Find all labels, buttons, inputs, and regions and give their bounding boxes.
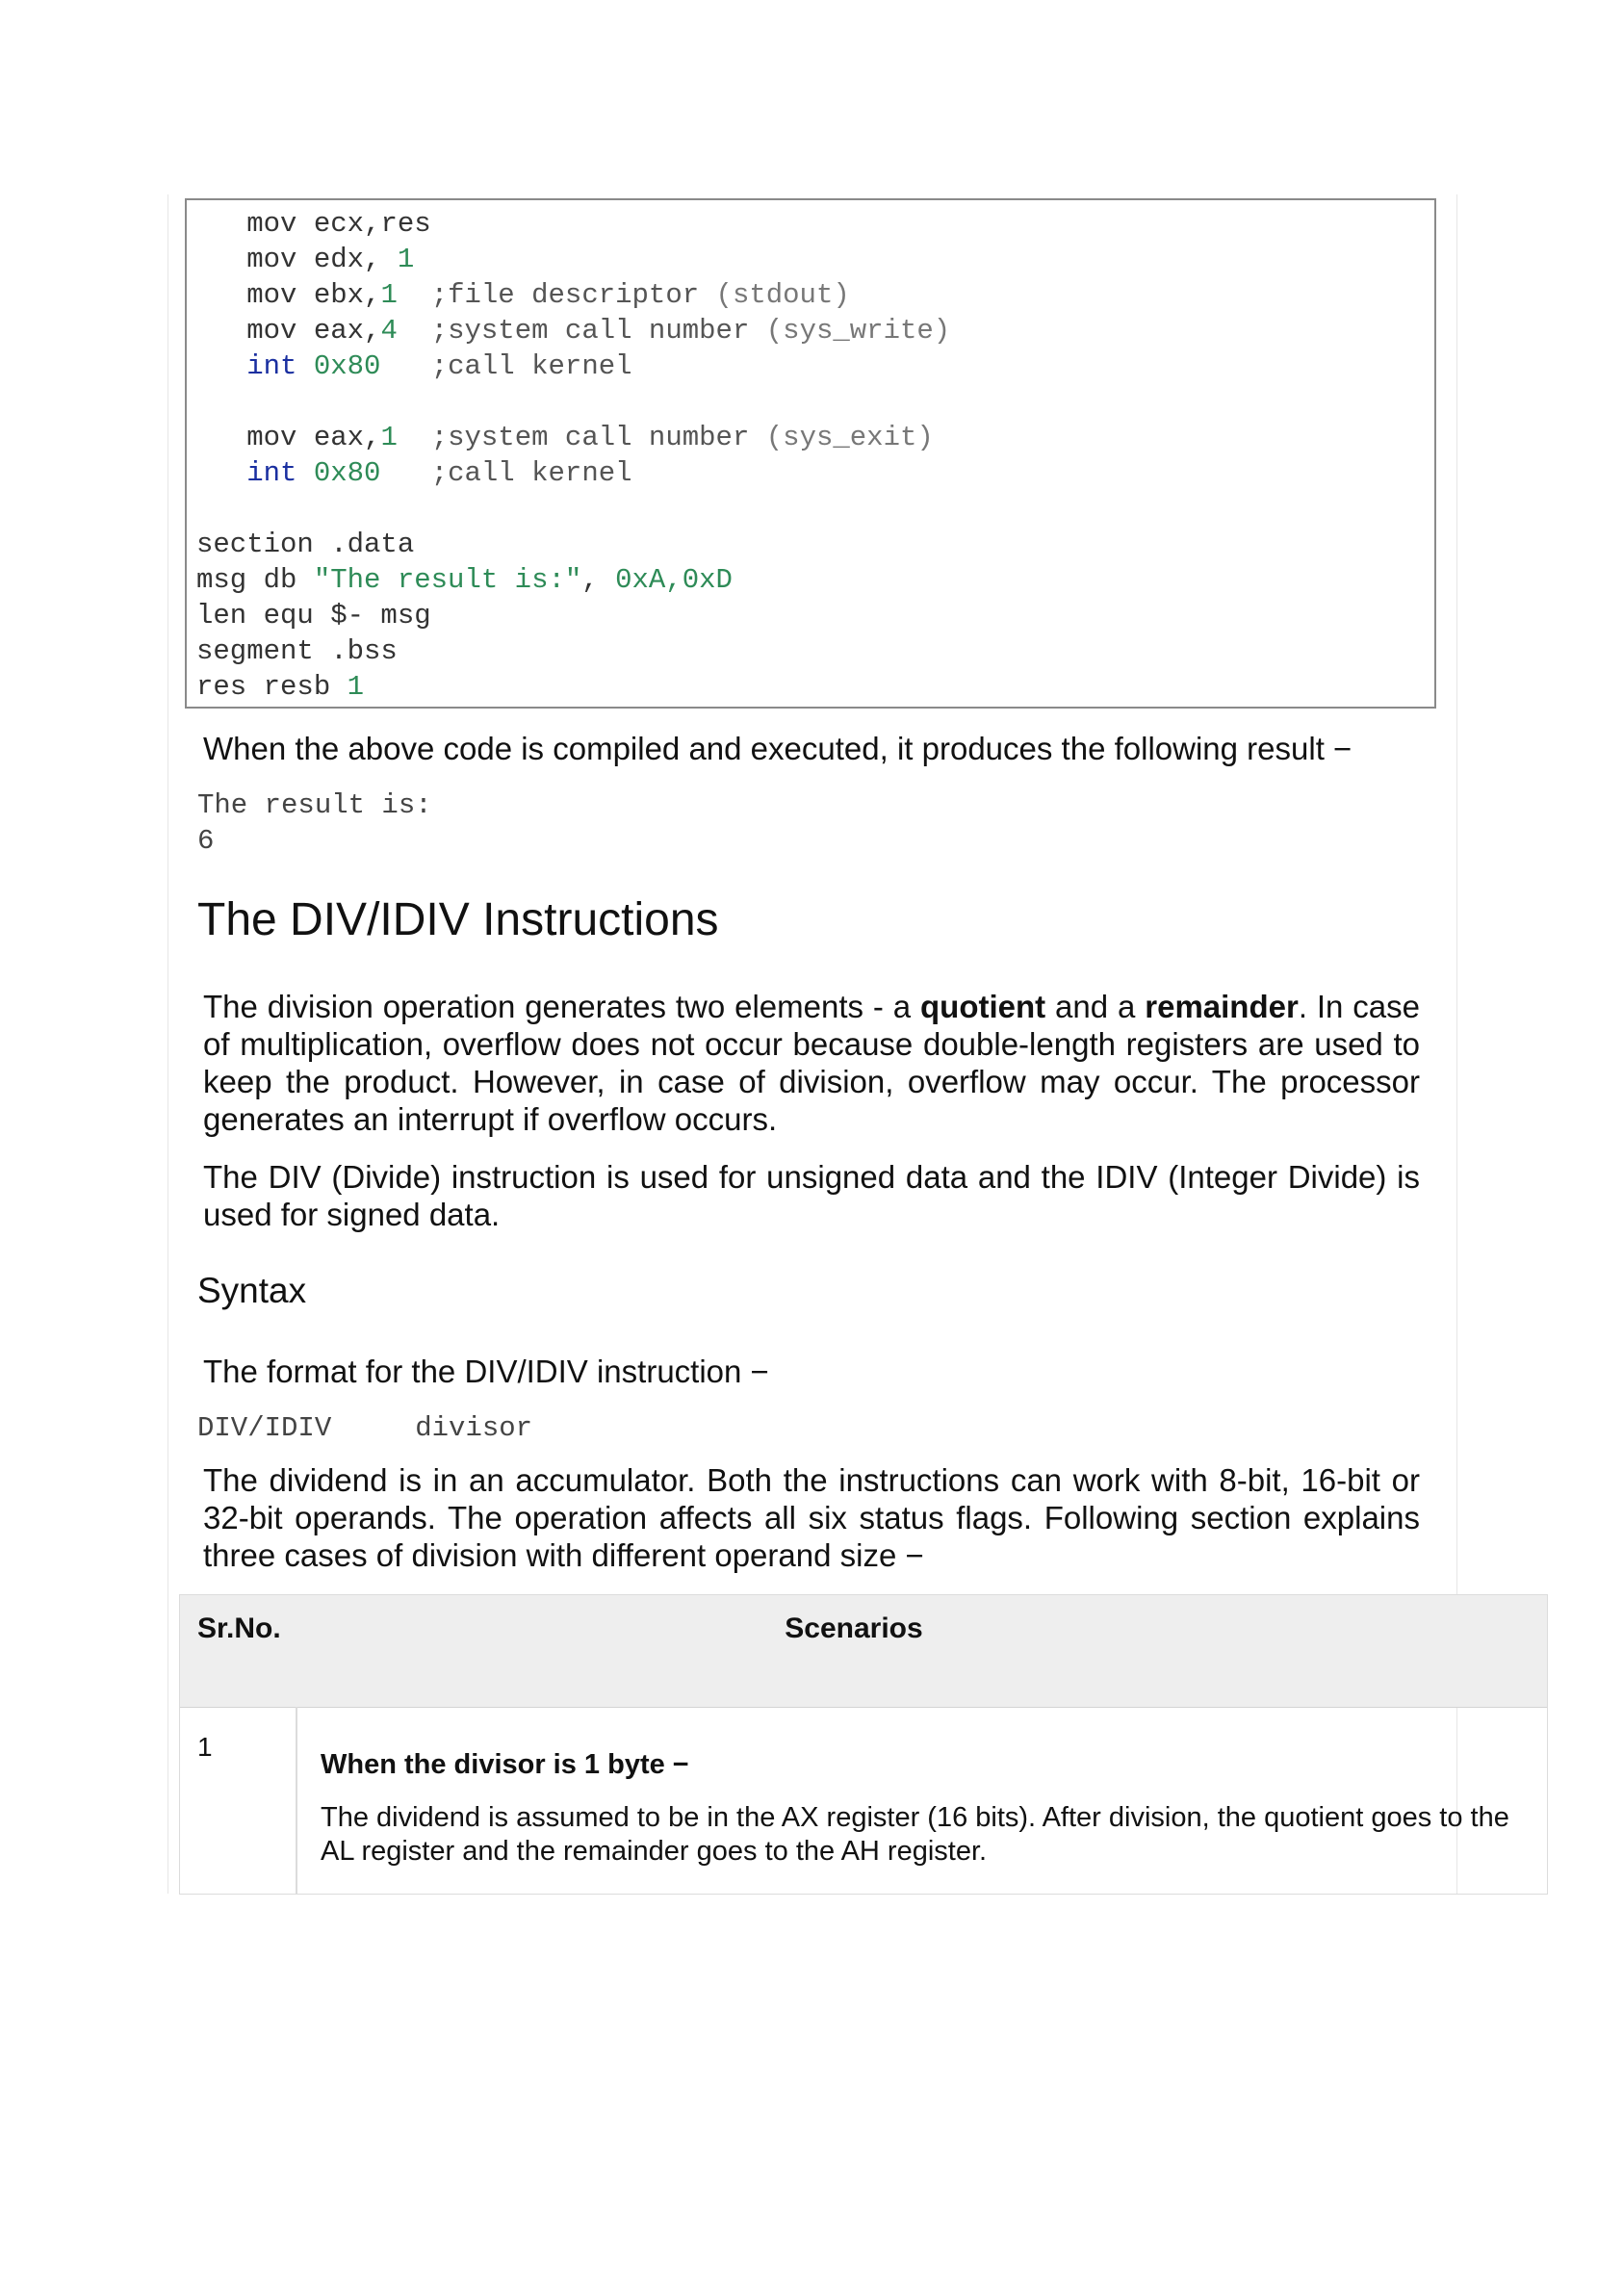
- code-line-6: mov eax,1 ;system call number (sys_exit): [246, 422, 934, 453]
- column-divider: [296, 1707, 297, 1894]
- row-title: When the divisor is 1 byte −: [321, 1749, 689, 1780]
- code-data-1: section .data: [196, 529, 415, 560]
- syntax-code: DIV/IDIV divisor: [197, 1412, 533, 1444]
- result-intro-text: When the above code is compiled and exec…: [203, 731, 1352, 766]
- scenarios-table: Sr.No. Scenarios 1 When the divisor is 1…: [179, 1594, 1548, 1895]
- section-heading: The DIV/IDIV Instructions: [197, 894, 719, 945]
- dividend-paragraph: The dividend is in an accumulator. Both …: [203, 1462, 1420, 1573]
- code-line-2: mov edx, 1: [246, 244, 415, 275]
- header-scenarios: Scenarios: [785, 1612, 923, 1644]
- code-line-3: mov ebx,1 ;file descriptor (stdout): [246, 279, 850, 311]
- code-text: mov ecx,res mov edx, 1 mov ebx,1 ;file d…: [187, 200, 1434, 705]
- program-output: The result is: 6: [197, 789, 432, 857]
- header-srno: Sr.No.: [197, 1612, 281, 1644]
- row-number: 1: [197, 1732, 213, 1762]
- format-text: The format for the DIV/IDIV instruction …: [203, 1354, 769, 1389]
- code-data-2: msg db "The result is:", 0xA,0xD: [196, 564, 733, 596]
- code-block: mov ecx,res mov edx, 1 mov ebx,1 ;file d…: [185, 198, 1436, 709]
- code-line-4: mov eax,4 ;system call number (sys_write…: [246, 315, 951, 347]
- table-header: Sr.No. Scenarios: [180, 1595, 1547, 1708]
- division-paragraph: The division operation generates two ele…: [203, 989, 1421, 1137]
- code-data-4: segment .bss: [196, 635, 398, 667]
- code-line-1: mov ecx,res: [246, 208, 431, 240]
- row-description: The dividend is assumed to be in the AX …: [321, 1802, 1509, 1867]
- div-idiv-paragraph: The DIV (Divide) instruction is used for…: [203, 1159, 1420, 1232]
- code-data-3: len equ $- msg: [196, 600, 431, 632]
- code-line-5: int 0x80 ;call kernel: [246, 350, 632, 382]
- code-line-7: int 0x80 ;call kernel: [246, 457, 632, 489]
- code-data-5: res resb 1: [196, 671, 365, 703]
- syntax-heading: Syntax: [197, 1271, 307, 1310]
